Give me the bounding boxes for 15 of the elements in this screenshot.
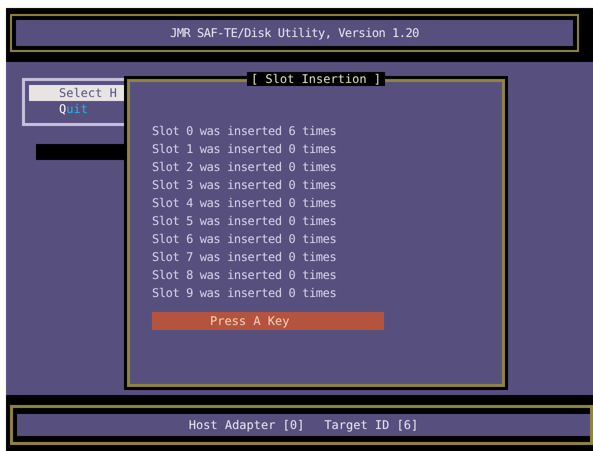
slot-count-line: Slot 2 was inserted 0 times [152, 159, 338, 176]
slot-count-line: Slot 9 was inserted 0 times [152, 285, 338, 302]
slot-count-line: Slot 3 was inserted 0 times [152, 177, 338, 194]
press-key-button[interactable]: Press A Key [152, 312, 384, 330]
slot-count-line: Slot 5 was inserted 0 times [152, 213, 338, 230]
dialog-title: [ Slot Insertion ] [246, 72, 386, 86]
slot-count-line: Slot 4 was inserted 0 times [152, 195, 338, 212]
target-id-label: Target ID [6] [324, 418, 418, 432]
slot-count-line: Slot 8 was inserted 0 times [152, 267, 338, 284]
slot-count-line: Slot 1 was inserted 0 times [152, 141, 338, 158]
host-adapter-label: Host Adapter [0] [188, 418, 304, 432]
slot-count-line: Slot 7 was inserted 0 times [152, 249, 338, 266]
slot-count-line: Slot 6 was inserted 0 times [152, 231, 338, 248]
slot-count-line: Slot 0 was inserted 6 times [152, 123, 338, 140]
window-title: JMR SAF-TE/Disk Utility, Version 1.20 [16, 20, 573, 46]
